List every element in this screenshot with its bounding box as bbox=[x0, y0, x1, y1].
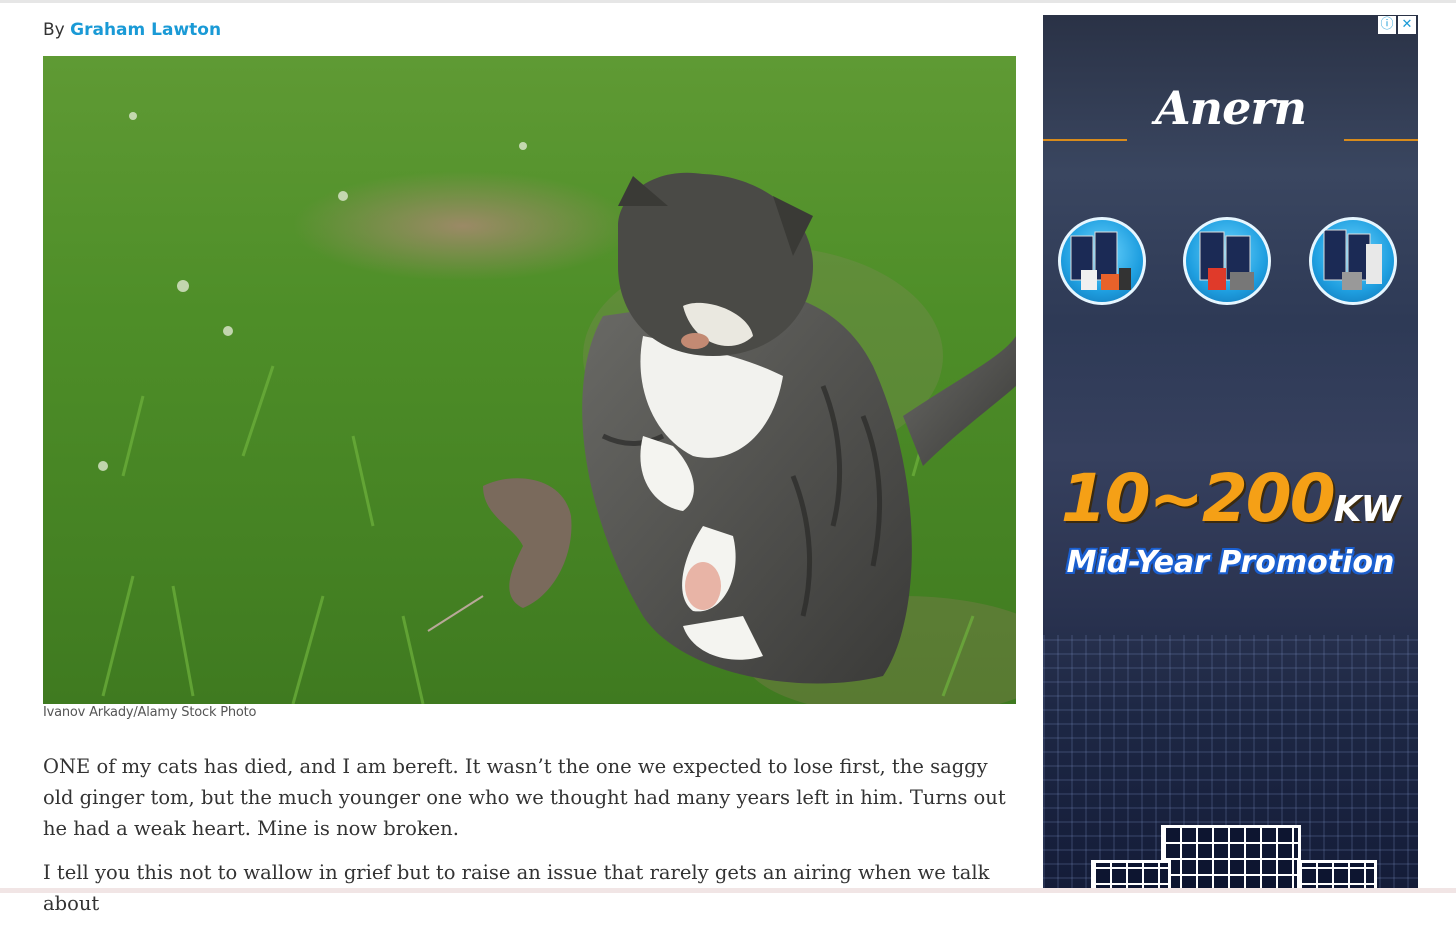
ad-controls: ⓘ ✕ bbox=[1378, 16, 1416, 34]
bottom-edge bbox=[0, 888, 1456, 893]
article-photo bbox=[43, 56, 1016, 704]
ad-power-range: 10~200 bbox=[1060, 460, 1336, 537]
solar-kit-image bbox=[1058, 217, 1146, 305]
top-divider bbox=[0, 0, 1456, 3]
ad-divider-left bbox=[1043, 139, 1127, 141]
ad-power-headline: 10~200KW bbox=[1043, 460, 1418, 537]
author-link[interactable]: Graham Lawton bbox=[70, 20, 221, 40]
article-body: ONE of my cats has died, and I am bereft… bbox=[43, 751, 1018, 932]
solar-inverter-image bbox=[1183, 217, 1271, 305]
article-paragraph: ONE of my cats has died, and I am bereft… bbox=[43, 755, 1006, 840]
byline-prefix: By bbox=[43, 20, 65, 40]
ad-brand-logo: Anern bbox=[1154, 81, 1307, 135]
ad-promo-text: Mid-Year Promotion bbox=[1066, 545, 1395, 580]
close-icon[interactable]: ✕ bbox=[1398, 16, 1416, 34]
ad-power-unit: KW bbox=[1333, 489, 1401, 530]
info-icon[interactable]: ⓘ bbox=[1378, 16, 1396, 34]
byline: By Graham Lawton bbox=[43, 20, 221, 40]
sidebar-advertisement[interactable]: ⓘ ✕ Anern 10~200KW Mid-Year Promotion bbox=[1043, 15, 1418, 893]
cat-photo-illustration bbox=[43, 56, 1016, 704]
solar-battery-image bbox=[1309, 217, 1397, 305]
ad-solar-panel-center bbox=[1161, 825, 1301, 893]
ad-divider-right bbox=[1344, 139, 1418, 141]
photo-caption: Ivanov Arkady/Alamy Stock Photo bbox=[43, 705, 257, 720]
